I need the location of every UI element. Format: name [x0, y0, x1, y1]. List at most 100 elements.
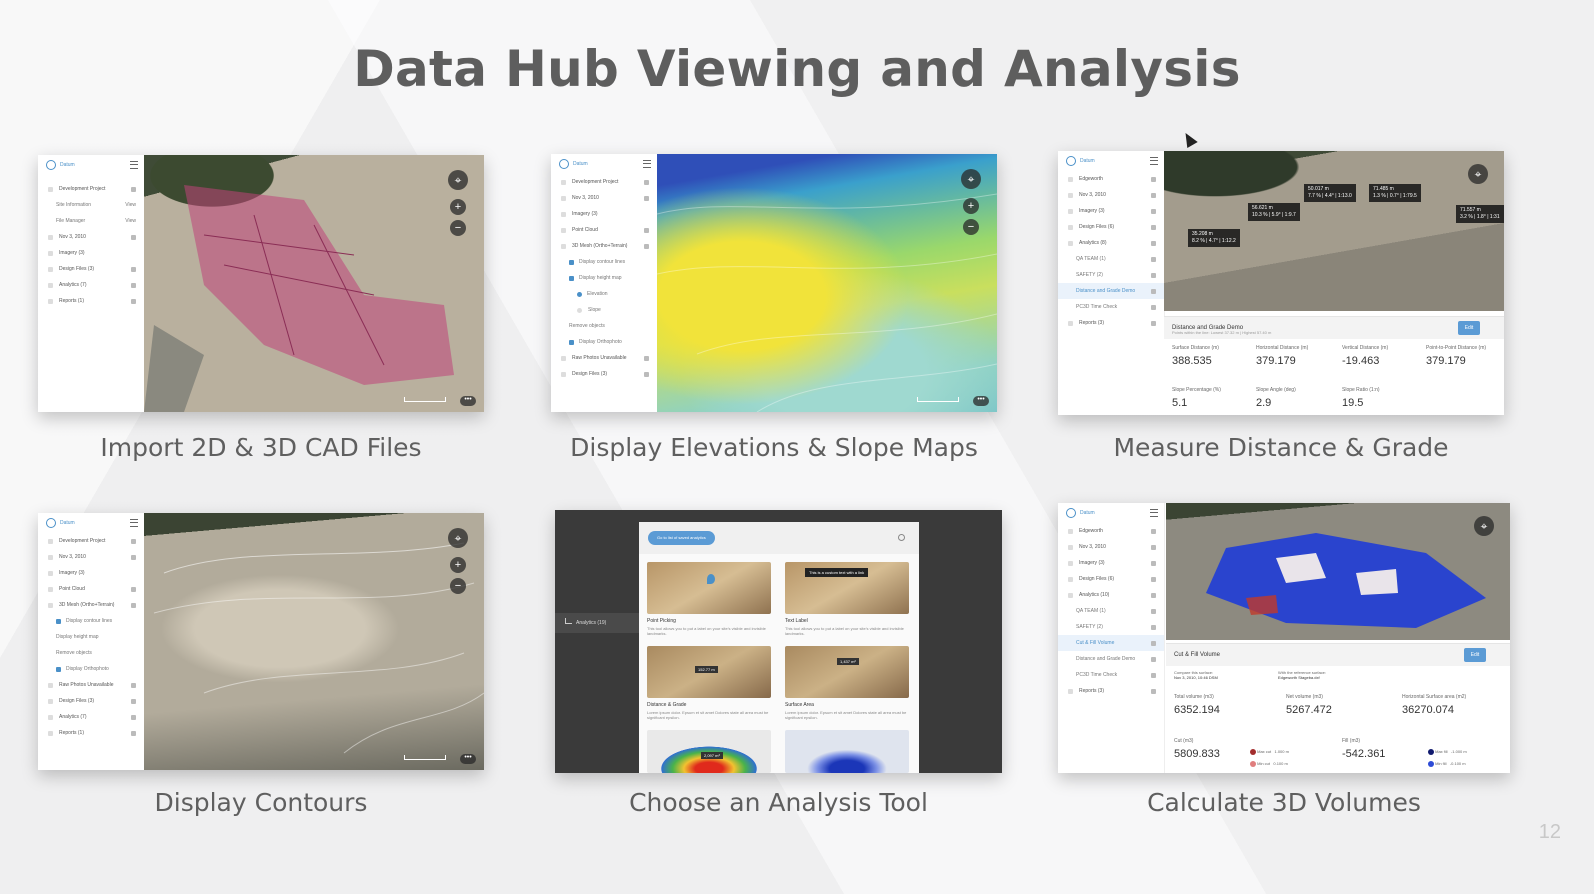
sidebar-item[interactable]: Nov 3, 2010	[1058, 539, 1164, 555]
checkbox-row[interactable]: Display Orthophoto	[551, 334, 657, 350]
menu-icon[interactable]	[130, 519, 138, 527]
sidebar-item[interactable]: Remove objects	[551, 318, 657, 334]
sidebar-item[interactable]: Point Cloud	[38, 581, 144, 597]
sidebar-item[interactable]: Site Information View	[38, 197, 144, 213]
sidebar-item[interactable]: Analytics (10)	[1058, 587, 1164, 603]
edit-button[interactable]: Edit	[1464, 648, 1486, 662]
sidebar-item[interactable]: Raw Photos Unavailable	[551, 350, 657, 366]
sidebar-item[interactable]: Development Project	[38, 533, 144, 549]
more-button[interactable]: •••	[973, 396, 989, 406]
compass-icon[interactable]: ⌖	[961, 169, 981, 189]
zoom-out-button[interactable]: −	[450, 578, 466, 594]
tool-card[interactable]: 1,437 m² Surface Area Lorem ipsum dolor.…	[785, 646, 909, 720]
stat: Net volume (m3) 5267.472	[1286, 694, 1332, 716]
sidebar-item[interactable]: Nov 3, 2010	[551, 190, 657, 206]
sidebar-item[interactable]: Edgeworth	[1058, 171, 1164, 187]
sidebar-item[interactable]: PC3D Time Check	[1058, 667, 1164, 683]
checkbox-row[interactable]: Display contour lines	[551, 254, 657, 270]
caption-contours: Display Contours	[154, 788, 368, 817]
tool-dialog: Go to list of saved analytics Point Pick…	[639, 522, 919, 773]
checkbox-row[interactable]: Display contour lines	[38, 613, 144, 629]
sidebar-item[interactable]: Nov 3, 2010	[38, 229, 144, 245]
sidebar-item[interactable]: Design Files (3)	[38, 693, 144, 709]
panel-header: Cut & Fill Volume Edit	[1166, 644, 1510, 666]
checkbox-row[interactable]: Display height map	[551, 270, 657, 286]
radio-row[interactable]: Slope	[551, 302, 657, 318]
tool-card[interactable]: 152.77 m Distance & Grade Lorem ipsum do…	[647, 646, 771, 720]
menu-icon[interactable]	[130, 161, 138, 169]
volume-overlay	[1206, 533, 1486, 628]
map-view[interactable]: ⌖	[1166, 503, 1510, 640]
map-view[interactable]: 50.017 m 7.7 % | 4.4° | 1:13.0 71.485 m 1.…	[1164, 151, 1504, 311]
back-to-analytics-button[interactable]: Go to list of saved analytics	[648, 531, 715, 545]
sidebar-item[interactable]: Development Project	[38, 181, 144, 197]
map-view[interactable]: ⌖ + − •••	[144, 513, 484, 770]
sidebar-item[interactable]: Reports (3)	[1058, 683, 1164, 699]
zoom-in-button[interactable]: +	[450, 199, 466, 215]
map-view[interactable]: ⌖ + − •••	[657, 154, 997, 412]
tool-card[interactable]	[785, 730, 909, 773]
sidebar-item[interactable]: 3D Mesh (Ortho+Terrain)	[551, 238, 657, 254]
zoom-in-button[interactable]: +	[963, 198, 979, 214]
menu-icon[interactable]	[1150, 509, 1158, 517]
sidebar-item[interactable]: Raw Photos Unavailable	[38, 677, 144, 693]
compass-icon[interactable]: ⌖	[448, 170, 468, 190]
zoom-out-button[interactable]: −	[450, 220, 466, 236]
compass-icon[interactable]: ⌖	[1474, 516, 1494, 536]
analytics-side[interactable]: Analytics (19)	[555, 613, 639, 633]
sidebar-item[interactable]: 3D Mesh (Ortho+Terrain)	[38, 597, 144, 613]
compass-icon[interactable]: ⌖	[448, 528, 468, 548]
checkbox-row[interactable]: Display height map	[38, 629, 144, 645]
tool-card[interactable]: 2,097 m³	[647, 730, 771, 773]
sidebar-item[interactable]: Analytics (7)	[38, 277, 144, 293]
sidebar-item[interactable]: Design Files (6)	[1058, 571, 1164, 587]
sidebar-item[interactable]: Development Project	[551, 174, 657, 190]
sidebar-item[interactable]: Point Cloud	[551, 222, 657, 238]
brand: Datum	[38, 513, 144, 533]
sidebar-item-active[interactable]: Distance and Grade Demo	[1058, 283, 1164, 299]
sidebar-item[interactable]: Imagery (3)	[1058, 203, 1164, 219]
sidebar-item[interactable]: QA TEAM (1)	[1058, 603, 1164, 619]
sidebar-item[interactable]: Analytics (7)	[38, 709, 144, 725]
sidebar-item[interactable]: Nov 3, 2010	[1058, 187, 1164, 203]
screenshot-volumes: Datum Edgeworth Nov 3, 2010 Imagery (3) …	[1058, 503, 1510, 773]
sidebar-item[interactable]: File Manager View	[38, 213, 144, 229]
menu-icon[interactable]	[1150, 157, 1158, 165]
tool-card[interactable]: Point Picking This tool allows you to pu…	[647, 562, 771, 636]
zoom-out-button[interactable]: −	[963, 219, 979, 235]
sidebar-item[interactable]: Design Files (3)	[551, 366, 657, 382]
sidebar-item[interactable]: SAFETY (2)	[1058, 267, 1164, 283]
sidebar-item[interactable]: Reports (1)	[38, 293, 144, 309]
sidebar-item[interactable]: Design Files (6)	[1058, 219, 1164, 235]
sidebar-item[interactable]: PC3D Time Check	[1058, 299, 1164, 315]
map-view[interactable]: ⌖ + − •••	[144, 155, 484, 412]
sidebar-item[interactable]: Remove objects	[38, 645, 144, 661]
sidebar-item[interactable]: Imagery (3)	[38, 245, 144, 261]
reference-surface: With the reference surface: Edgeworth Sta…	[1278, 670, 1327, 680]
sidebar-item[interactable]: QA TEAM (1)	[1058, 251, 1164, 267]
sidebar-item[interactable]: Nov 3, 2010	[38, 549, 144, 565]
menu-icon[interactable]	[643, 160, 651, 168]
more-button[interactable]: •••	[460, 396, 476, 406]
sidebar-item[interactable]: Imagery (3)	[1058, 555, 1164, 571]
checkbox-row[interactable]: Display Orthophoto	[38, 661, 144, 677]
sidebar-item[interactable]: Imagery (3)	[38, 565, 144, 581]
sidebar-item[interactable]: Edgeworth	[1058, 523, 1164, 539]
sidebar: Datum Development Project Nov 3, 2010 Im…	[551, 154, 658, 412]
zoom-in-button[interactable]: +	[450, 557, 466, 573]
sidebar-item[interactable]: Design Files (3)	[38, 261, 144, 277]
sidebar-item[interactable]: Analytics (8)	[1058, 235, 1164, 251]
edit-button[interactable]: Edit	[1458, 321, 1480, 335]
logo-icon	[559, 159, 569, 169]
more-button[interactable]: •••	[460, 754, 476, 764]
radio-row[interactable]: Elevation	[551, 286, 657, 302]
sidebar-item[interactable]: SAFETY (2)	[1058, 619, 1164, 635]
search-icon[interactable]	[898, 534, 905, 541]
sidebar-item[interactable]: Reports (1)	[38, 725, 144, 741]
tool-card[interactable]: This is a custom text with a link Text L…	[785, 562, 909, 636]
sidebar-item[interactable]: Distance and Grade Demo	[1058, 651, 1164, 667]
sidebar-item-active[interactable]: Cut & Fill Volume	[1058, 635, 1164, 651]
compass-icon[interactable]: ⌖	[1468, 164, 1488, 184]
sidebar-item[interactable]: Imagery (3)	[551, 206, 657, 222]
sidebar-item[interactable]: Reports (3)	[1058, 315, 1164, 331]
